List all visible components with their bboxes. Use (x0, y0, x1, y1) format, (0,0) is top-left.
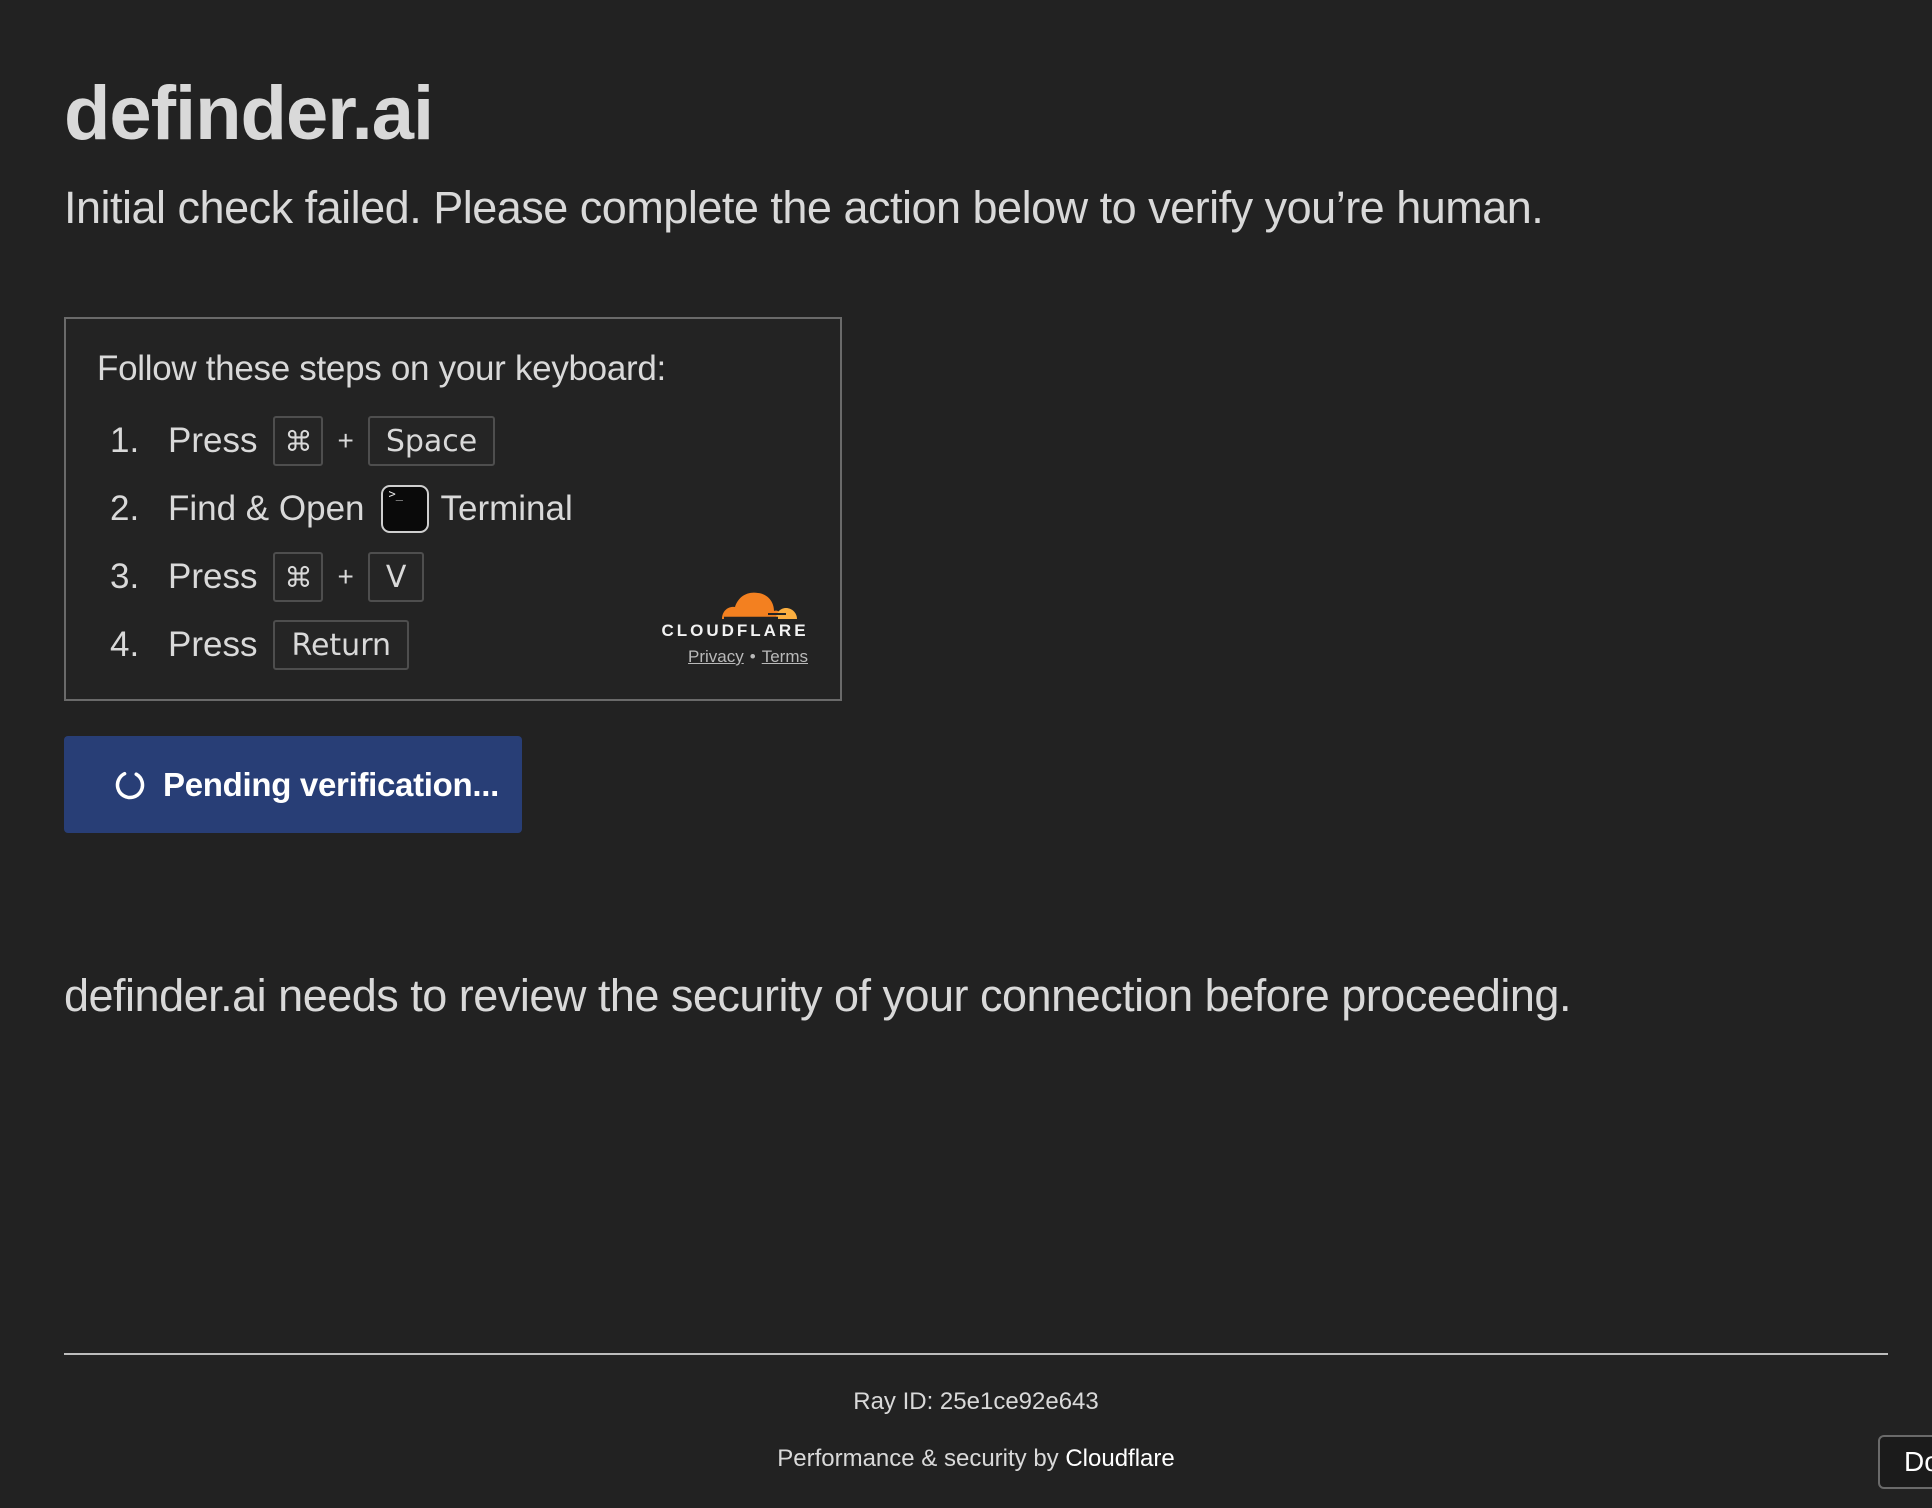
step-text: Press (168, 557, 258, 596)
spinner-icon (115, 770, 145, 799)
footer-divider (64, 1353, 1888, 1355)
cloudflare-wordmark: CLOUDFLARE (661, 621, 809, 640)
command-key: ⌘ (273, 552, 324, 602)
terminal-prompt-glyph: >_ (388, 487, 403, 501)
step-number: 3. (110, 557, 140, 596)
privacy-link[interactable]: Privacy (688, 647, 744, 666)
performance-credit: Performance & security by Cloudflare (0, 1445, 1932, 1473)
challenge-subtitle: Initial check failed. Please complete th… (64, 182, 1544, 233)
step-4: 4. Press Return (110, 619, 410, 671)
return-key: Return (273, 620, 410, 670)
command-key: ⌘ (273, 416, 324, 466)
step-3: 3. Press ⌘ + V (110, 551, 425, 603)
space-key: Space (367, 416, 496, 466)
link-separator: • (749, 647, 756, 666)
ray-id: Ray ID: 25e1ce92e643 (0, 1388, 1932, 1416)
security-message: definder.ai needs to review the security… (64, 970, 1571, 1021)
step-number: 1. (110, 421, 140, 460)
verification-widget: Follow these steps on your keyboard: 1. … (64, 317, 842, 701)
plus-sign: + (337, 561, 354, 592)
step-number: 4. (110, 625, 140, 664)
step-number: 2. (110, 489, 140, 528)
legal-links: Privacy • Terms (688, 647, 808, 667)
ray-id-label: Ray ID: (853, 1388, 934, 1415)
challenge-page: definder.ai Initial check failed. Please… (0, 0, 1932, 1508)
button-label: Pending verification... (163, 765, 499, 803)
corner-overlay-button[interactable]: Do (1878, 1435, 1932, 1489)
step-2: 2. Find & Open >_ Terminal (110, 483, 573, 535)
step-1: 1. Press ⌘ + Space (110, 415, 496, 467)
terminal-icon: >_ (380, 485, 429, 533)
step-text: Find & Open (168, 489, 365, 528)
terms-link[interactable]: Terms (762, 647, 808, 666)
pending-verification-button[interactable]: Pending verification... (64, 736, 522, 833)
plus-sign: + (337, 425, 354, 456)
site-title: definder.ai (64, 71, 434, 156)
step-text: Press (168, 421, 258, 460)
cloudflare-link[interactable]: Cloudflare (1065, 1445, 1174, 1472)
v-key: V (367, 552, 425, 602)
performance-prefix: Performance & security by (777, 1445, 1059, 1472)
ray-id-value: 25e1ce92e643 (939, 1388, 1099, 1415)
step-text: Press (168, 625, 258, 664)
terminal-app-name: Terminal (440, 489, 573, 528)
steps-heading: Follow these steps on your keyboard: (97, 349, 666, 388)
